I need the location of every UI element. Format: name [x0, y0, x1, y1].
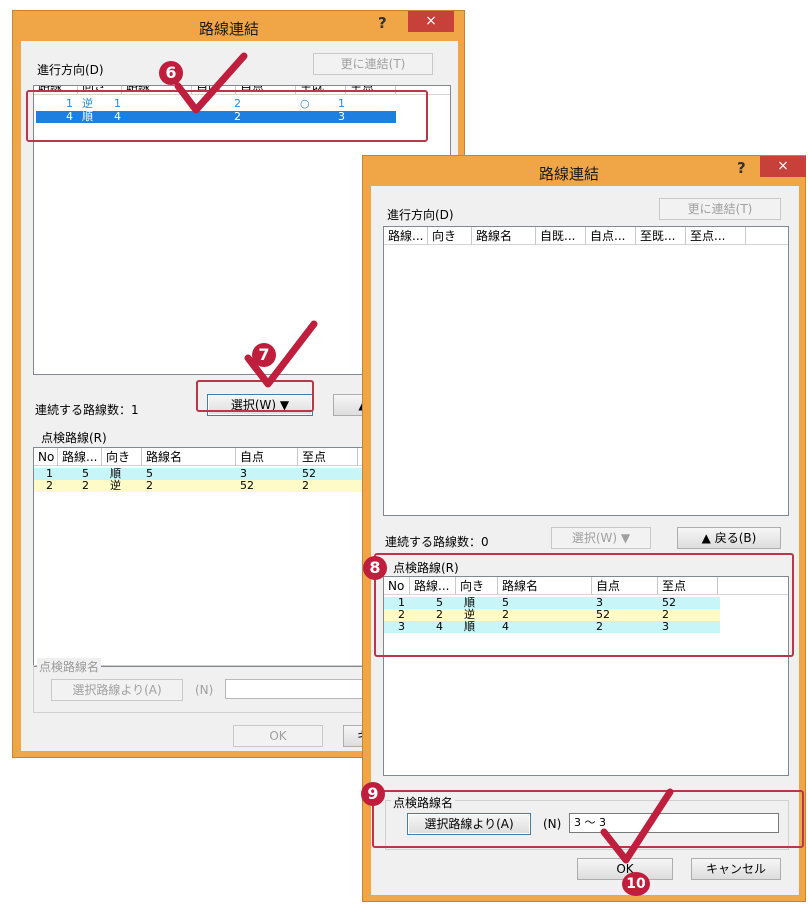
- back-button[interactable]: ▲ 戻る(B): [677, 527, 781, 549]
- cell-to-point: 2: [302, 479, 309, 492]
- col-no[interactable]: No: [34, 448, 58, 466]
- cell-from-point: 52: [240, 479, 254, 492]
- col-from-point[interactable]: 自点: [236, 448, 298, 466]
- step-badge-9: 9: [361, 782, 385, 806]
- col-from-existing[interactable]: 自既...: [536, 227, 586, 245]
- direction-label: 進行方向(D): [387, 208, 454, 222]
- step-badge-8: 8: [363, 556, 387, 580]
- direction-list[interactable]: 路線... 向き 路線名 自既... 自点... 至既... 至点...: [383, 226, 789, 516]
- inspect-row[interactable]: 2 2 逆 2 52 2: [34, 480, 364, 492]
- step-badge-7: 7: [252, 343, 276, 367]
- dialog-title: 路線連結: [539, 165, 600, 183]
- cell-route-name: 2: [146, 479, 153, 492]
- cell-no: 2: [46, 479, 53, 492]
- col-direction[interactable]: 向き: [428, 227, 472, 245]
- select-button[interactable]: 選択(W) ▼: [551, 527, 651, 549]
- connected-count-label: 連続する路線数：1: [35, 403, 139, 417]
- col-direction[interactable]: 向き: [102, 448, 142, 466]
- help-icon[interactable]: ?: [378, 14, 387, 32]
- col-to-point[interactable]: 至点: [298, 448, 358, 466]
- col-route[interactable]: 路線...: [58, 448, 102, 466]
- col-from-point[interactable]: 自点...: [586, 227, 636, 245]
- more-connect-button[interactable]: 更に連結(T): [313, 53, 433, 75]
- direction-list-header: 路線... 向き 路線名 自既... 自点... 至既... 至点...: [384, 227, 788, 245]
- close-button[interactable]: ×: [760, 156, 806, 177]
- col-route-name[interactable]: 路線名: [472, 227, 536, 245]
- col-to-point[interactable]: 至点...: [686, 227, 746, 245]
- step8-highlight: [374, 553, 794, 657]
- step-badge-10: 10: [622, 872, 650, 896]
- help-icon[interactable]: ?: [737, 159, 746, 177]
- step-badge-6: 6: [159, 61, 183, 85]
- name-n-label: (N): [195, 683, 214, 697]
- col-route-name[interactable]: 路線名: [142, 448, 236, 466]
- inspect-route-label: 点検路線(R): [41, 431, 107, 445]
- more-connect-button[interactable]: 更に連結(T): [659, 198, 781, 220]
- ok-button[interactable]: OK: [233, 725, 323, 747]
- cell-direction: 逆: [110, 479, 121, 492]
- step9-highlight: [372, 790, 804, 848]
- col-route[interactable]: 路線...: [384, 227, 428, 245]
- route-name-input[interactable]: [225, 679, 375, 699]
- cancel-button[interactable]: キャンセル: [691, 858, 781, 880]
- title-bar: 路線連結 ? ×: [363, 156, 806, 186]
- connected-count-label: 連続する路線数：0: [385, 535, 489, 549]
- route-name-group-label: 点検路線名: [37, 658, 102, 675]
- col-to-existing[interactable]: 至既...: [636, 227, 686, 245]
- from-selected-route-button[interactable]: 選択路線より(A): [51, 679, 183, 701]
- close-button[interactable]: ×: [408, 11, 454, 32]
- cell-route: 2: [82, 479, 89, 492]
- direction-label: 進行方向(D): [37, 63, 104, 77]
- checkmark-icon: [600, 788, 674, 864]
- title-bar: 路線連結 ? ×: [13, 11, 464, 41]
- checkmark-icon: [174, 52, 248, 114]
- dialog-client: 進行方向(D) 更に連結(T) 路線... 向き 路線名 自既... 自点...…: [371, 186, 799, 895]
- dialog-title: 路線連結: [199, 20, 260, 38]
